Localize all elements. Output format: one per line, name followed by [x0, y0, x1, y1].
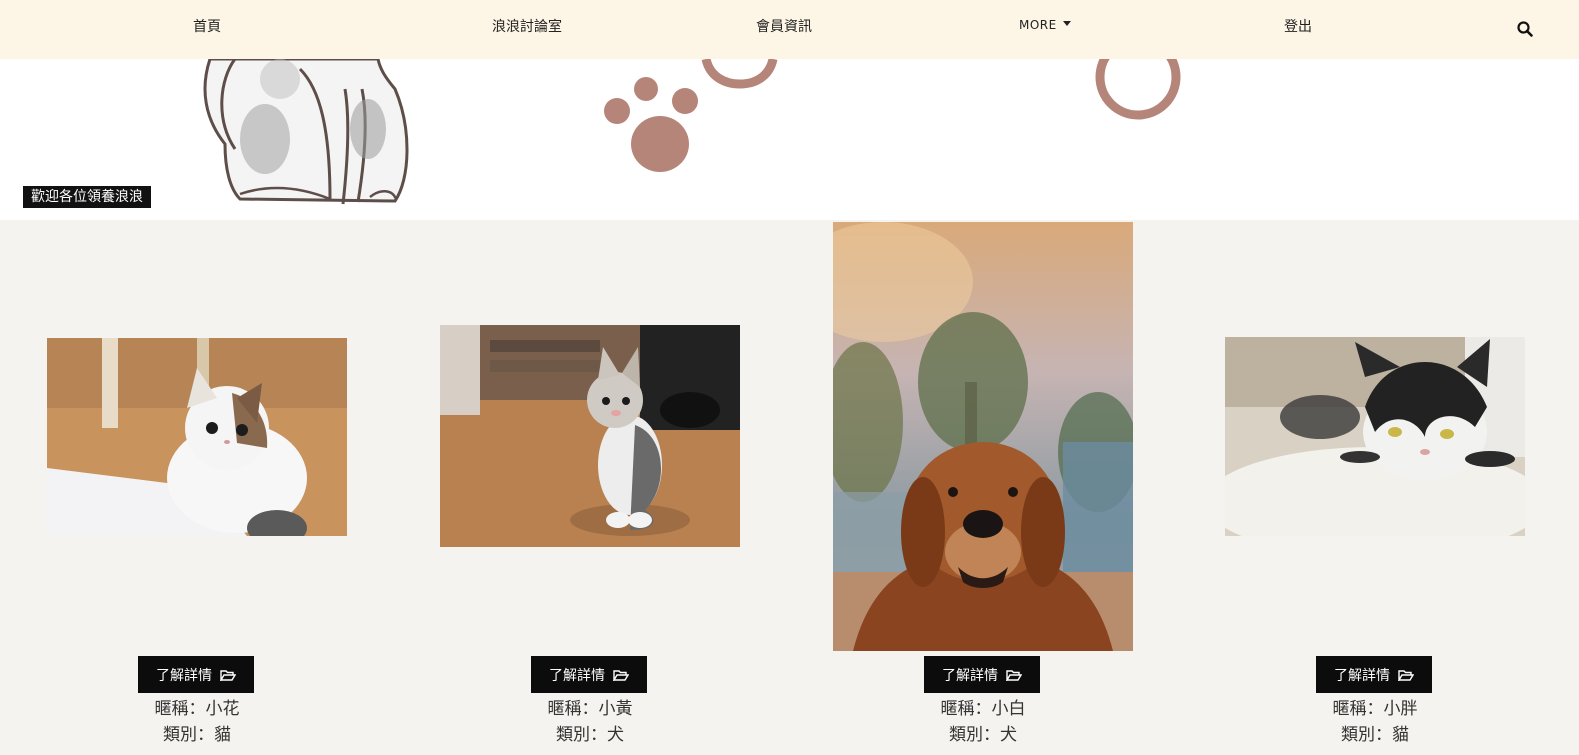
- nav-more-label: MORE: [1019, 18, 1057, 32]
- folder-open-icon: [1006, 669, 1022, 681]
- nav-member-info[interactable]: 會員資訊: [756, 16, 812, 36]
- pet-nickname: 暱稱：小花: [154, 699, 240, 719]
- pet-type: 類別：犬: [949, 725, 1017, 745]
- pet-nickname: 暱稱：小黃: [547, 699, 633, 719]
- hero-banner: 歡迎各位領養浪浪: [0, 59, 1579, 220]
- pet-card: 了解詳情 暱稱：小白 類別：犬: [833, 220, 1133, 755]
- caret-down-icon: [1062, 21, 1071, 26]
- details-button-label: 了解詳情: [156, 667, 212, 684]
- nav-home[interactable]: 首頁: [193, 16, 221, 36]
- pet-card: 了解詳情 暱稱：小胖 類別：貓: [1225, 220, 1525, 755]
- pet-nickname: 暱稱：小胖: [1332, 699, 1418, 719]
- nav-logout[interactable]: 登出: [1284, 16, 1312, 36]
- details-button-label: 了解詳情: [942, 667, 998, 684]
- welcome-label: 歡迎各位領養浪浪: [23, 186, 151, 208]
- pet-grid: 了解詳情 暱稱：小花 類別：貓 了解詳情 暱稱：小黃 類別：犬 了解詳情 暱稱：…: [0, 220, 1579, 755]
- search-icon[interactable]: [1516, 20, 1534, 38]
- paw-print-icon: [604, 77, 698, 172]
- details-button[interactable]: 了解詳情: [531, 656, 647, 693]
- top-navbar: 首頁 浪浪討論室 會員資訊 MORE 登出: [0, 0, 1579, 59]
- banner-illustration: [203, 59, 1181, 205]
- folder-open-icon: [220, 669, 236, 681]
- pet-photo[interactable]: [440, 325, 740, 547]
- pet-nickname: 暱稱：小白: [940, 699, 1026, 719]
- pet-type: 類別：貓: [163, 725, 231, 745]
- pet-card: 了解詳情 暱稱：小花 類別：貓: [47, 220, 347, 755]
- details-button[interactable]: 了解詳情: [138, 656, 254, 693]
- folder-open-icon: [1398, 669, 1414, 681]
- ring-decoration: [701, 59, 778, 89]
- pet-type: 類別：貓: [1341, 725, 1409, 745]
- cartoon-cat-illustration: [203, 59, 409, 205]
- details-button[interactable]: 了解詳情: [924, 656, 1040, 693]
- details-button-label: 了解詳情: [549, 667, 605, 684]
- nav-more-dropdown[interactable]: MORE: [1019, 18, 1071, 32]
- pet-card: 了解詳情 暱稱：小黃 類別：犬: [440, 220, 740, 755]
- pet-type: 類別：犬: [556, 725, 624, 745]
- pet-photo[interactable]: [47, 338, 347, 536]
- pet-photo[interactable]: [833, 222, 1133, 651]
- folder-open-icon: [613, 669, 629, 681]
- nav-discussion[interactable]: 浪浪討論室: [492, 16, 562, 36]
- ring-decoration-2: [1095, 59, 1181, 120]
- pet-photo[interactable]: [1225, 337, 1525, 536]
- details-button-label: 了解詳情: [1334, 667, 1390, 684]
- details-button[interactable]: 了解詳情: [1316, 656, 1432, 693]
